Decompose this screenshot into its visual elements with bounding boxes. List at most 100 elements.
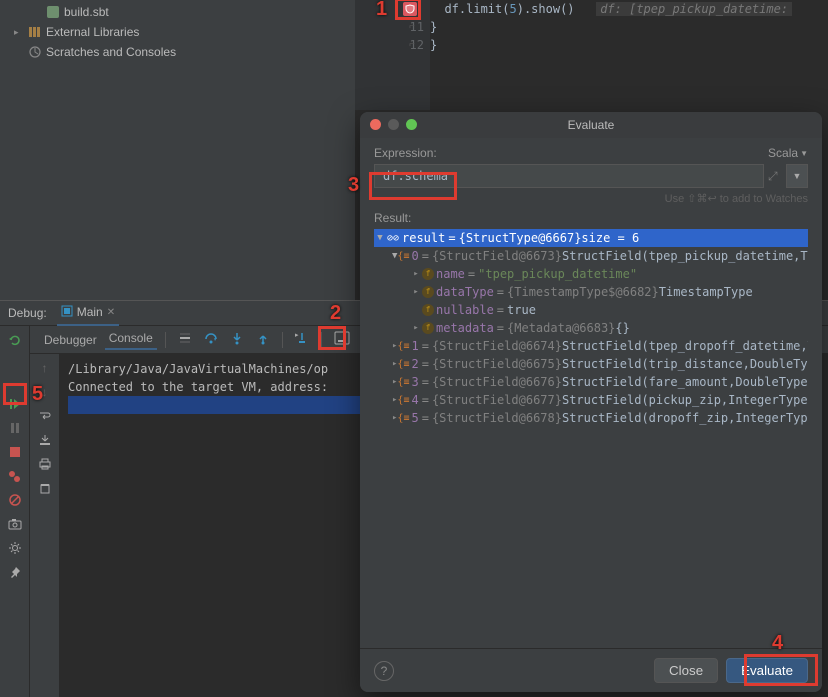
chevron-down-icon: ▼ bbox=[793, 171, 802, 181]
tree-node[interactable]: ▸{≡2 = {StructField@6675} StructField(tr… bbox=[374, 355, 808, 373]
mute-breakpoints-icon[interactable] bbox=[7, 492, 23, 508]
node-name: 0 bbox=[411, 249, 418, 263]
chevron-down-icon: ▼ bbox=[800, 149, 808, 158]
separator bbox=[165, 332, 166, 348]
pin-icon[interactable] bbox=[7, 564, 23, 580]
show-exec-icon[interactable] bbox=[174, 329, 196, 350]
evaluate-expression-icon[interactable] bbox=[330, 329, 354, 350]
code-line[interactable]: } bbox=[430, 36, 828, 54]
window-controls[interactable] bbox=[370, 119, 417, 130]
rerun-icon[interactable] bbox=[7, 332, 23, 348]
close-icon[interactable]: ✕ bbox=[107, 307, 115, 318]
chevron-right-icon[interactable]: ▸ bbox=[410, 269, 422, 279]
language-selector[interactable]: Scala ▼ bbox=[768, 146, 808, 160]
node-value: StructField(tpep_dropoff_datetime,Time bbox=[562, 339, 808, 353]
chevron-right-icon: ▸ bbox=[14, 27, 24, 38]
camera-icon[interactable] bbox=[7, 516, 23, 532]
help-button[interactable]: ? bbox=[374, 661, 394, 681]
console-tab[interactable]: Console bbox=[105, 329, 157, 350]
node-name: result bbox=[402, 231, 445, 245]
tree-node[interactable]: ▸{≡4 = {StructField@6677} StructField(pi… bbox=[374, 391, 808, 409]
fold-end-icon[interactable]: ⌐ bbox=[402, 18, 422, 36]
node-name: 4 bbox=[411, 393, 418, 407]
resume-icon[interactable] bbox=[7, 396, 23, 412]
tree-item-scratches[interactable]: Scratches and Consoles bbox=[0, 42, 355, 62]
stop-icon[interactable] bbox=[7, 444, 23, 460]
inline-hint: df: [tpep_pickup_datetime: bbox=[596, 2, 792, 16]
code-editor[interactable]: 11 12 ⌐ ⌐ df.limit(5).show() df: [tpep_p… bbox=[355, 0, 828, 110]
evaluate-dialog: Evaluate Expression: Scala ▼ ⤢ ▼ Use ⇧⌘↩… bbox=[360, 112, 822, 692]
chevron-right-icon[interactable]: ▸ bbox=[410, 287, 422, 297]
tree-node[interactable]: fnullable = true bbox=[374, 301, 808, 319]
history-dropdown[interactable]: ▼ bbox=[786, 164, 808, 188]
callout-number: 3 bbox=[348, 174, 359, 197]
equals: = bbox=[422, 357, 429, 371]
node-type: {StructField@6678} bbox=[432, 411, 562, 425]
evaluate-button[interactable]: Evaluate bbox=[726, 658, 808, 683]
expand-icon[interactable]: ⤢ bbox=[768, 169, 782, 184]
tree-node[interactable]: ▸{≡3 = {StructField@6676} StructField(fa… bbox=[374, 373, 808, 391]
node-type: {StructField@6674} bbox=[432, 339, 562, 353]
clear-icon[interactable] bbox=[37, 480, 53, 496]
step-over-icon[interactable] bbox=[200, 329, 222, 350]
debug-run-tab[interactable]: Main ✕ bbox=[57, 301, 119, 326]
scroll-end-icon[interactable] bbox=[37, 432, 53, 448]
run-to-cursor-icon[interactable]: ▸ bbox=[291, 329, 313, 350]
tree-item-external-libraries[interactable]: ▸ External Libraries bbox=[0, 22, 355, 42]
field-icon: f bbox=[422, 286, 434, 298]
pause-icon[interactable] bbox=[7, 420, 23, 436]
zoom-window-icon[interactable] bbox=[406, 119, 417, 130]
node-type: {StructField@6677} bbox=[432, 393, 562, 407]
chevron-right-icon[interactable]: ▸ bbox=[410, 323, 422, 333]
step-out-icon[interactable] bbox=[252, 329, 274, 350]
dialog-titlebar[interactable]: Evaluate bbox=[360, 112, 822, 138]
library-icon bbox=[28, 25, 42, 39]
node-value: size = 6 bbox=[581, 231, 639, 245]
debug-title: Debug: bbox=[8, 306, 47, 320]
up-icon[interactable]: ↑ bbox=[37, 360, 53, 376]
step-into-icon[interactable] bbox=[226, 329, 248, 350]
minimize-window-icon[interactable] bbox=[388, 119, 399, 130]
view-breakpoints-icon[interactable] bbox=[7, 468, 23, 484]
settings-icon[interactable] bbox=[7, 540, 23, 556]
tree-item-build-sbt[interactable]: build.sbt bbox=[0, 2, 355, 22]
tree-node[interactable]: ▸{≡1 = {StructField@6674} StructField(tp… bbox=[374, 337, 808, 355]
print-icon[interactable] bbox=[37, 456, 53, 472]
code-line[interactable]: df.limit(5).show() df: [tpep_pickup_date… bbox=[430, 0, 828, 18]
tree-node[interactable]: ▼{≡0 = {StructField@6673} StructField(tp… bbox=[374, 247, 808, 265]
chevron-down-icon[interactable]: ▼ bbox=[374, 233, 386, 243]
expression-input[interactable] bbox=[374, 164, 764, 188]
node-type: {TimestampType$@6682} bbox=[507, 285, 659, 299]
equals: = bbox=[468, 267, 475, 281]
node-value: StructField(tpep_pickup_datetime,Times bbox=[562, 249, 808, 263]
tree-node[interactable]: ▸fname = "tpep_pickup_datetime" bbox=[374, 265, 808, 283]
equals: = bbox=[422, 249, 429, 263]
debugger-tab[interactable]: Debugger bbox=[40, 331, 101, 349]
result-icon: ⊘⊘ bbox=[386, 232, 400, 244]
close-window-icon[interactable] bbox=[370, 119, 381, 130]
dialog-title: Evaluate bbox=[568, 118, 615, 132]
svg-text:▸: ▸ bbox=[295, 332, 299, 339]
node-value: StructField(trip_distance,DoubleType,tr bbox=[562, 357, 808, 371]
code-line[interactable]: } bbox=[430, 18, 828, 36]
tree-node[interactable]: ▸fdataType = {TimestampType$@6682} Times… bbox=[374, 283, 808, 301]
tree-node[interactable]: ▸{≡5 = {StructField@6678} StructField(dr… bbox=[374, 409, 808, 427]
fold-end-icon[interactable]: ⌐ bbox=[402, 36, 422, 54]
tree-node[interactable]: ▸fmetadata = {Metadata@6683} {} bbox=[374, 319, 808, 337]
equals: = bbox=[448, 231, 455, 245]
softwrap-icon[interactable] bbox=[37, 408, 53, 424]
callout-number: 4 bbox=[772, 632, 783, 655]
debug-tab-label: Main bbox=[77, 305, 103, 319]
node-value: StructField(pickup_zip,IntegerType,true) bbox=[562, 393, 808, 407]
separator bbox=[282, 332, 283, 348]
object-icon: {≡ bbox=[397, 340, 409, 352]
sbt-file-icon bbox=[46, 5, 60, 19]
tree-node[interactable]: ▼⊘⊘result = {StructType@6667} size = 6 bbox=[374, 229, 808, 247]
result-tree[interactable]: ▼⊘⊘result = {StructType@6667} size = 6▼{… bbox=[374, 229, 808, 648]
node-name: 1 bbox=[411, 339, 418, 353]
code-area[interactable]: df.limit(5).show() df: [tpep_pickup_date… bbox=[430, 0, 828, 54]
node-value: true bbox=[507, 303, 536, 317]
equals: = bbox=[422, 375, 429, 389]
field-icon: f bbox=[422, 304, 434, 316]
close-button[interactable]: Close bbox=[654, 658, 718, 683]
